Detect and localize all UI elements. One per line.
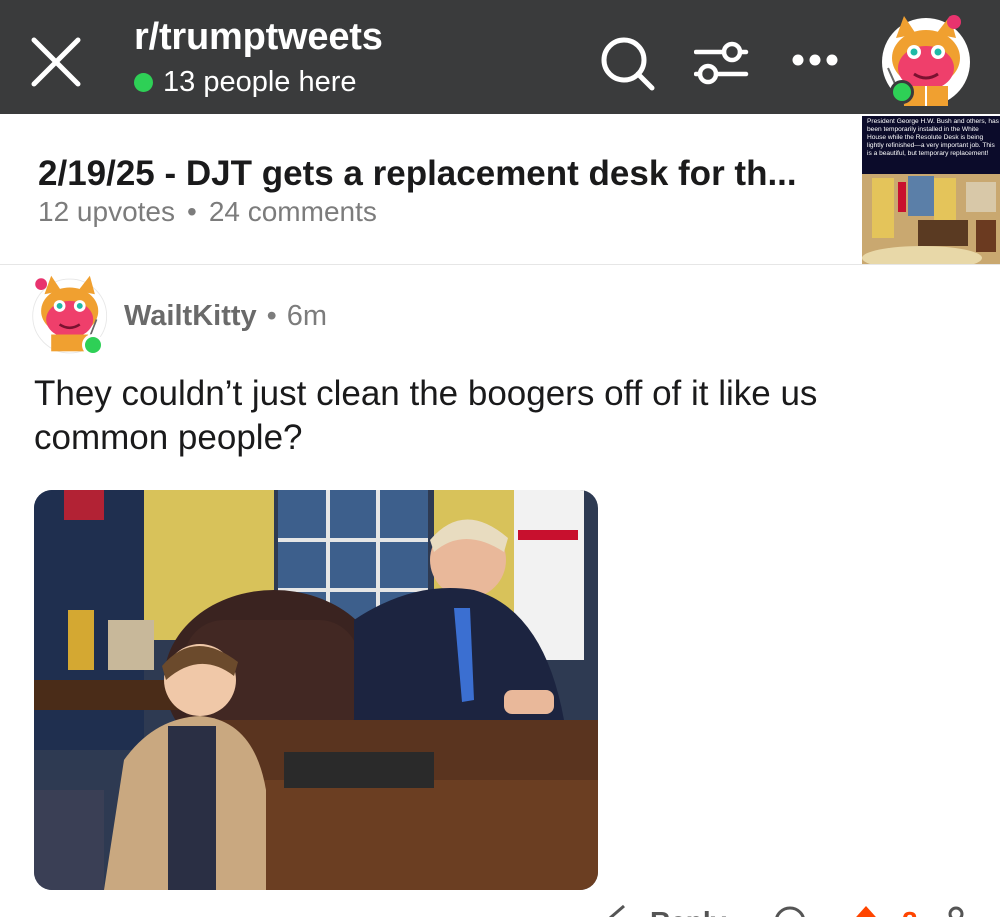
comment-age: 6m bbox=[286, 300, 328, 332]
award-icon[interactable] bbox=[772, 904, 808, 917]
online-dot bbox=[134, 73, 153, 92]
online-indicator: 13 people here bbox=[134, 66, 357, 99]
reply-button[interactable]: Reply bbox=[650, 906, 726, 917]
search-icon[interactable] bbox=[600, 36, 656, 92]
online-status-dot bbox=[82, 334, 104, 356]
user-avatar[interactable] bbox=[874, 8, 974, 108]
comment-count: 24 comments bbox=[208, 196, 377, 227]
post-title[interactable]: 2/19/25 - DJT gets a replacement desk fo… bbox=[38, 154, 797, 194]
comment-author[interactable]: WailtKitty bbox=[124, 300, 257, 333]
oval-office-photo bbox=[34, 490, 598, 890]
close-icon[interactable] bbox=[28, 34, 84, 90]
thumbnail-caption: President George H.W. Bush and others, h… bbox=[867, 118, 999, 157]
top-bar: r/trumptweets 13 people here bbox=[0, 0, 1000, 114]
post-thumbnail[interactable]: President George H.W. Bush and others, h… bbox=[862, 116, 1000, 264]
meta-separator: • bbox=[187, 196, 197, 227]
post-meta: 12 upvotes • 24 comments bbox=[38, 196, 377, 228]
comment-actions: Reply 2 bbox=[0, 900, 1000, 917]
more-icon[interactable] bbox=[790, 52, 840, 68]
comment-author-avatar[interactable] bbox=[26, 266, 110, 356]
comment-header: WailtKitty • 6m bbox=[124, 300, 327, 333]
vote-count: 2 bbox=[902, 906, 918, 917]
comment-text: They couldn’t just clean the boogers off… bbox=[34, 374, 818, 457]
online-count: 13 people here bbox=[163, 66, 357, 98]
filter-icon[interactable] bbox=[694, 36, 750, 92]
online-status-dot bbox=[890, 80, 914, 104]
upvote-icon[interactable] bbox=[846, 904, 886, 917]
subreddit-title[interactable]: r/trumptweets bbox=[134, 16, 383, 59]
post-summary[interactable]: 2/19/25 - DJT gets a replacement desk fo… bbox=[0, 114, 1000, 265]
upvote-count: 12 upvotes bbox=[38, 196, 175, 227]
reply-icon[interactable] bbox=[604, 904, 630, 917]
downvote-icon[interactable] bbox=[944, 904, 968, 917]
meta-separator: • bbox=[266, 300, 277, 332]
comment-image[interactable] bbox=[34, 490, 598, 890]
cat-avatar-icon bbox=[882, 15, 970, 106]
